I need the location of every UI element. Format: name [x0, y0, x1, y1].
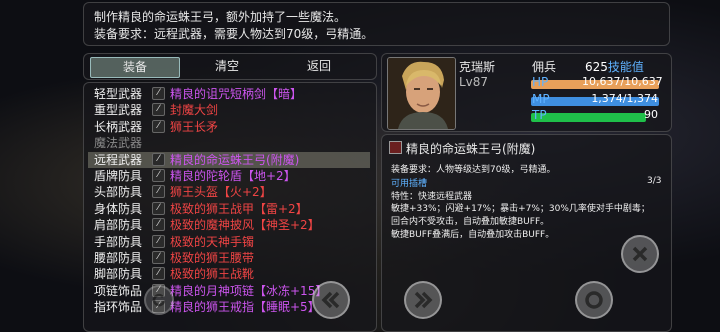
equipment-item-icon: ⁄ — [152, 201, 165, 215]
equipment-slot-label: 重型武器 — [94, 103, 143, 118]
close-button[interactable] — [621, 235, 659, 273]
rotate-button[interactable] — [144, 285, 174, 315]
equipment-item-name: 极致的狮王战甲【雷+2】 — [170, 201, 308, 216]
equipment-item-name: 精良的命运蛛王弓(附魔) — [170, 152, 300, 167]
double-chevron-left-icon — [321, 291, 340, 309]
item-detail-stats-3: 敏捷BUFF叠满后，自动叠加攻击BUFF。 — [391, 230, 555, 240]
character-class: 佣兵 — [532, 60, 557, 74]
mp-value: 1,374/1,374 — [591, 92, 658, 105]
equipment-item-name: 封魔大剑 — [170, 103, 219, 118]
equipment-item-name: 极致的魔神披风【神圣+2】 — [170, 218, 320, 233]
equipment-item-icon: ⁄ — [152, 103, 165, 117]
skill-points-number: 625 — [585, 60, 608, 74]
equipment-row[interactable]: 头部防具 ⁄ 狮王头盔【火+2】 — [88, 184, 370, 200]
equipment-slot-label: 指环饰品 — [94, 300, 143, 315]
equipment-item-icon: ⁄ — [152, 87, 165, 100]
equipment-slot-label: 身体防具 — [94, 201, 143, 216]
rotate-icon — [152, 293, 166, 307]
equipment-row[interactable]: 轻型武器 ⁄ 精良的诅咒短柄剑【暗】 — [88, 86, 370, 102]
character-name: 克瑞斯 — [459, 60, 496, 74]
equipment-item-icon: ⁄ — [152, 152, 165, 166]
skill-points: 625技能值 — [585, 58, 644, 75]
equipment-item-name: 精良的狮王戒指【睡眠+5】 — [170, 300, 320, 315]
item-description-panel: 制作精良的命运蛛王弓，额外加持了一些魔法。 装备要求：远程武器，需要人物达到70… — [83, 2, 670, 46]
tab-equip[interactable]: 装备 — [90, 57, 180, 78]
equipment-item-name: 极致的狮王战靴 — [170, 267, 255, 282]
equipment-row[interactable]: 长柄武器 ⁄ 狮王长矛 — [88, 119, 370, 135]
tp-label: TP — [532, 108, 547, 122]
equipment-slot-label: 魔法武器 — [94, 136, 143, 151]
equipment-slot-label: 长柄武器 — [94, 119, 143, 134]
equipment-item-name: 精良的诅咒短柄剑【暗】 — [170, 87, 303, 101]
equipment-item-name: 精良的陀轮盾【地+2】 — [170, 169, 296, 183]
equipment-item-icon: ⁄ — [152, 119, 165, 133]
item-detail-stats-2: 回合内不受攻击，自动叠加敏捷BUFF。 — [391, 217, 550, 227]
equipment-slot-label: 腰部防具 — [94, 251, 143, 265]
equipment-row[interactable]: 腰部防具 ⁄ 极致的狮王腰带 — [88, 250, 370, 266]
character-level: Lv87 — [459, 75, 489, 89]
equipment-item-name: 狮王头盔【火+2】 — [170, 185, 272, 200]
hp-value: 10,637/10,637 — [582, 75, 663, 88]
equipment-item-icon: ⁄ — [152, 267, 165, 281]
equipment-slot-label: 盾牌防具 — [94, 169, 143, 183]
equipment-row[interactable]: 手部防具 ⁄ 极致的天神手镯 — [88, 234, 370, 250]
equipment-slot-label: 脚部防具 — [94, 267, 143, 282]
description-line-2: 装备要求：远程武器，需要人物达到70级，弓精通。 — [94, 27, 374, 41]
item-detail-slot-count: 3/3 — [647, 176, 662, 186]
equipment-slot-label: 远程武器 — [94, 152, 143, 167]
equipment-row[interactable]: 盾牌防具 ⁄ 精良的陀轮盾【地+2】 — [88, 168, 370, 184]
confirm-button[interactable] — [575, 281, 613, 319]
circle-icon — [585, 291, 603, 309]
tab-back[interactable]: 返回 — [274, 57, 364, 76]
equipment-slot-label: 肩部防具 — [94, 218, 143, 233]
equipment-slot-label: 手部防具 — [94, 234, 143, 249]
bow-icon — [389, 141, 402, 154]
prev-page-button[interactable] — [312, 281, 350, 319]
equipment-slot-label: 轻型武器 — [94, 87, 143, 101]
equipment-item-icon: ⁄ — [152, 251, 165, 264]
tab-bar: 装备 清空 返回 — [83, 53, 377, 80]
equipment-item-name: 狮王长矛 — [170, 119, 219, 134]
equipment-item-name: 精良的月神项链【冰冻+15】 — [170, 283, 328, 298]
equipment-row[interactable]: 魔法武器 — [88, 135, 370, 151]
tab-clear[interactable]: 清空 — [182, 57, 272, 76]
character-portrait — [387, 57, 456, 130]
item-detail-usable-slots: 可用插槽 — [391, 179, 428, 189]
equipment-item-name: 极致的天神手镯 — [170, 234, 255, 249]
next-page-button[interactable] — [404, 281, 442, 319]
equipment-item-icon: ⁄ — [152, 169, 165, 182]
equipment-slot-label: 头部防具 — [94, 185, 143, 200]
equipment-row[interactable]: 身体防具 ⁄ 极致的狮王战甲【雷+2】 — [88, 201, 370, 217]
tp-value: 90 — [644, 108, 658, 121]
equipment-row[interactable]: 肩部防具 ⁄ 极致的魔神披风【神圣+2】 — [88, 217, 370, 233]
mp-label: MP — [532, 92, 550, 106]
equipment-item-name: 极致的狮王腰带 — [170, 251, 255, 265]
skill-points-unit: 技能值 — [607, 60, 644, 74]
equipment-row[interactable]: 重型武器 ⁄ 封魔大剑 — [88, 102, 370, 118]
equipment-item-icon: ⁄ — [152, 234, 165, 248]
equipment-item-icon: ⁄ — [152, 218, 165, 232]
description-line-1: 制作精良的命运蛛王弓，额外加持了一些魔法。 — [94, 10, 347, 24]
double-chevron-right-icon — [414, 291, 433, 309]
item-detail-name: 精良的命运蛛王弓(附魔) — [406, 142, 536, 156]
hp-label: HP — [532, 75, 549, 89]
equipment-slot-label: 项链饰品 — [94, 283, 143, 298]
equipment-item-icon: ⁄ — [152, 185, 165, 199]
item-detail-requirement: 装备要求：人物等级达到70级，弓精通。 — [391, 165, 556, 175]
item-detail-stats-1: 敏捷+33%；闪避+17%；暴击+7%；30%几率使对手中剧毒； — [391, 204, 650, 214]
equipment-row[interactable]: 远程武器 ⁄ 精良的命运蛛王弓(附魔) — [88, 151, 370, 168]
close-icon — [632, 246, 648, 262]
